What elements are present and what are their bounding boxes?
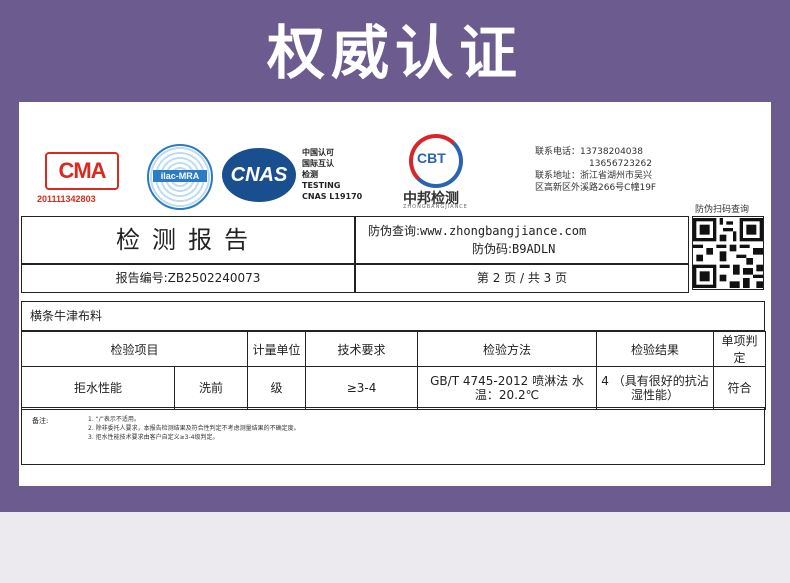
report-card: CMA 201111342803 ilac-MRA CNAS 中国认可 国际互认…	[19, 102, 771, 486]
report-title: 检测报告	[21, 216, 355, 264]
report-number-value: ZB2502240073	[167, 271, 261, 285]
header-cell: 技术要求	[305, 331, 419, 367]
contact-line: 13656723262	[589, 159, 652, 169]
anti-query-url[interactable]: www.zhongbangjiance.com	[420, 224, 586, 238]
ilac-mra-logo: ilac-MRA	[147, 144, 213, 210]
report-number: 报告编号:ZB2502240073	[21, 264, 355, 293]
cma-number: 201111342803	[37, 194, 96, 204]
contact-line: 区高新区外溪路266号C幢19F	[535, 183, 657, 193]
qr-label: 防伪扫码查询	[695, 205, 750, 215]
header-cell: 检验项目	[20, 331, 249, 367]
note-line: 1. “/”表示不适用。	[88, 416, 140, 423]
qr-code-graphic	[693, 218, 763, 288]
sample-name: 横条牛津布料	[21, 301, 765, 331]
report-number-label: 报告编号:	[115, 271, 168, 285]
cma-logo: CMA	[45, 152, 119, 190]
cell-unit: 级	[247, 366, 307, 410]
note-line: 3. 拒水性能技术要求由客户自定义≥3-4级判定。	[88, 434, 219, 441]
cbt-logo: CBT	[409, 134, 463, 188]
contact-line: 联系电话：13738204038	[535, 147, 643, 157]
results-table: 检验项目 计量单位 技术要求 检验方法 检验结果 单项判定 拒水性能 洗前 级 …	[20, 331, 767, 410]
mra-line: 检测	[302, 170, 318, 179]
anti-query-label: 防伪查询:	[368, 224, 421, 238]
mra-line: CNAS L19170	[302, 192, 363, 201]
mra-line: TESTING	[302, 181, 341, 190]
cell-item: 拒水性能	[21, 366, 175, 410]
note-line: 2. 除非委托人要求，本报告检测结果及符合性判定不考虑测量结果的不确定度。	[88, 425, 300, 432]
header-cell: 单项判定	[713, 331, 767, 367]
header-cell: 检验结果	[596, 331, 715, 367]
notes-lines: 1. “/”表示不适用。 2. 除非委托人要求，本报告检测结果及符合性判定不考虑…	[88, 415, 300, 442]
anti-code-value: B9ADLN	[512, 242, 556, 256]
notes-label: 备注:	[32, 417, 49, 425]
cell-condition: 洗前	[173, 366, 249, 410]
ilac-mra-text: ilac-MRA	[153, 170, 207, 182]
cbt-company-en: ZHONGBANGJIANCE	[403, 204, 468, 210]
cbt-logo-text: CBT	[417, 150, 446, 166]
contact-info: 联系电话：13738204038 13656723262 联系地址：浙江省湖州市…	[535, 146, 656, 194]
table-header-row: 检验项目 计量单位 技术要求 检验方法 检验结果 单项判定	[20, 331, 767, 367]
cell-requirement: ≥3-4	[305, 366, 419, 410]
table-row: 拒水性能 洗前 级 ≥3-4 GB/T 4745-2012 喷淋法 水温：20.…	[21, 366, 767, 410]
cell-verdict: 符合	[713, 366, 767, 410]
header-cell: 检验方法	[417, 331, 598, 367]
mra-line: 中国认可	[302, 148, 334, 157]
banner-title: 权威认证	[266, 19, 523, 87]
anti-code-label: 防伪码:	[472, 242, 513, 256]
cell-method: GB/T 4745-2012 喷淋法 水温：20.2℃	[417, 366, 598, 410]
mra-line: 国际互认	[302, 159, 334, 168]
anti-counterfeit-box: 防伪查询:www.zhongbangjiance.com 防伪码:B9ADLN	[355, 216, 689, 264]
page-info: 第 2 页 / 共 3 页	[355, 264, 689, 293]
cell-result: 4 （具有很好的抗沾湿性能）	[596, 366, 715, 410]
cnas-logo: CNAS	[222, 148, 296, 202]
contact-line: 联系地址：浙江省湖州市吴兴	[535, 171, 653, 181]
header-cell: 计量单位	[247, 331, 307, 367]
mra-text: 中国认可 国际互认 检测 TESTING CNAS L19170	[302, 147, 362, 202]
qr-code-icon[interactable]	[692, 216, 764, 290]
notes-box: 备注: 1. “/”表示不适用。 2. 除非委托人要求，本报告检测结果及符合性判…	[21, 407, 765, 465]
